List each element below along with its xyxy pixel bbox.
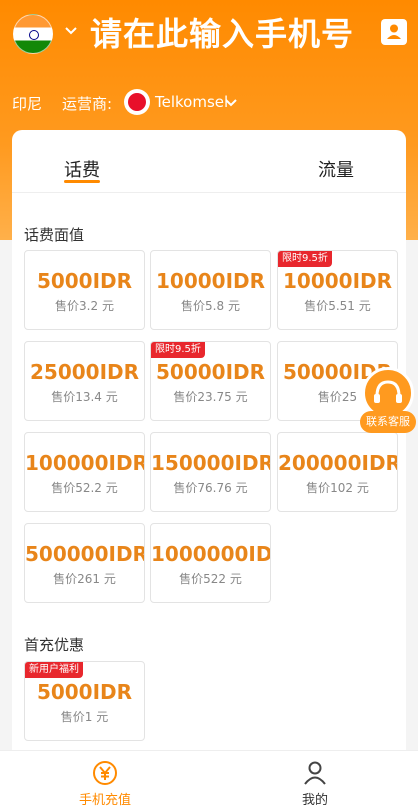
user-account-button[interactable] <box>381 19 407 45</box>
recharge-card: 话费 流量 话费面值 5000IDR 售价3.2 元 10000IDR 售价5.… <box>12 130 406 770</box>
tile-amount: 100000IDR <box>25 451 145 475</box>
tile-price: 售价13.4 元 <box>51 390 118 404</box>
carrier-row: 印尼 运营商: Telkomsel <box>0 86 418 120</box>
denomination-tile[interactable]: 25000IDR 售价13.4 元 <box>24 341 145 421</box>
new-user-tag: 新用户福利 <box>25 662 83 678</box>
tile-price: 售价76.76 元 <box>173 481 248 495</box>
nav-recharge-label: 手机充值 <box>78 793 131 808</box>
tile-price: 售价3.2 元 <box>55 299 114 313</box>
denominations-title: 话费面值 <box>24 226 85 244</box>
denomination-tile[interactable]: 100000IDR 售价52.2 元 <box>24 432 145 512</box>
phone-number-input[interactable] <box>90 12 380 56</box>
first-recharge-title: 首充优惠 <box>24 636 85 654</box>
bottom-nav: 手机充值 我的 <box>0 750 418 812</box>
tile-price: 售价5.8 元 <box>181 299 240 313</box>
tile-amount: 5000IDR <box>36 680 133 704</box>
nav-recharge[interactable]: 手机充值 <box>55 759 155 808</box>
india-flag-icon[interactable] <box>13 14 53 54</box>
operator-selector[interactable]: Telkomsel <box>155 93 228 111</box>
tab-divider <box>12 192 406 193</box>
tile-price: 售价261 元 <box>53 572 116 586</box>
nav-mine[interactable]: 我的 <box>265 759 365 808</box>
tab-data[interactable]: 流量 <box>318 156 354 182</box>
tile-price: 售价522 元 <box>179 572 242 586</box>
operator-label: 运营商: <box>62 95 113 113</box>
denomination-tile[interactable]: 150000IDR 售价76.76 元 <box>150 432 271 512</box>
denomination-tile[interactable]: 1000000IDR 售价522 元 <box>150 523 271 603</box>
tab-bill[interactable]: 话费 <box>64 156 100 182</box>
tile-amount: 500000IDR <box>25 542 145 566</box>
discount-tag: 限时9.5折 <box>151 342 205 358</box>
denomination-tile[interactable]: 500000IDR 售价261 元 <box>24 523 145 603</box>
chevron-down-icon[interactable] <box>64 24 78 38</box>
tile-amount: 150000IDR <box>151 451 271 475</box>
customer-service-label: 联系客服 <box>360 411 416 433</box>
tile-price: 售价5.51 元 <box>304 299 371 313</box>
tile-amount: 5000IDR <box>36 269 133 293</box>
first-recharge-tile[interactable]: 新用户福利 5000IDR 售价1 元 <box>24 661 145 741</box>
country-label[interactable]: 印尼 <box>12 93 42 114</box>
nav-mine-label: 我的 <box>301 793 328 808</box>
discount-tag: 限时9.5折 <box>278 251 332 267</box>
tile-price: 售价23.75 元 <box>173 390 248 404</box>
tile-price: 售价1 元 <box>60 710 109 724</box>
top-bar <box>0 0 418 80</box>
tile-amount: 10000IDR <box>282 269 393 293</box>
denomination-tile[interactable]: 限时9.5折 10000IDR 售价5.51 元 <box>277 250 398 330</box>
tile-price: 售价52.2 元 <box>51 481 118 495</box>
user-icon <box>387 24 401 39</box>
tile-amount: 50000IDR <box>155 360 266 384</box>
yuan-recharge-icon <box>93 761 117 785</box>
tile-price: 售价102 元 <box>306 481 369 495</box>
tile-amount: 25000IDR <box>29 360 140 384</box>
customer-service-button[interactable]: 联系客服 <box>360 367 416 433</box>
chevron-down-icon[interactable] <box>224 96 238 110</box>
tile-amount: 1000000IDR <box>151 542 271 566</box>
denomination-tile[interactable]: 200000IDR 售价102 元 <box>277 432 398 512</box>
denomination-tile[interactable]: 5000IDR 售价3.2 元 <box>24 250 145 330</box>
denomination-tile[interactable]: 10000IDR 售价5.8 元 <box>150 250 271 330</box>
tile-amount: 200000IDR <box>278 451 398 475</box>
telkomsel-logo-icon <box>124 89 150 115</box>
person-icon <box>304 761 326 785</box>
denomination-tile[interactable]: 限时9.5折 50000IDR 售价23.75 元 <box>150 341 271 421</box>
tile-amount: 10000IDR <box>155 269 266 293</box>
active-tab-indicator <box>64 180 100 183</box>
